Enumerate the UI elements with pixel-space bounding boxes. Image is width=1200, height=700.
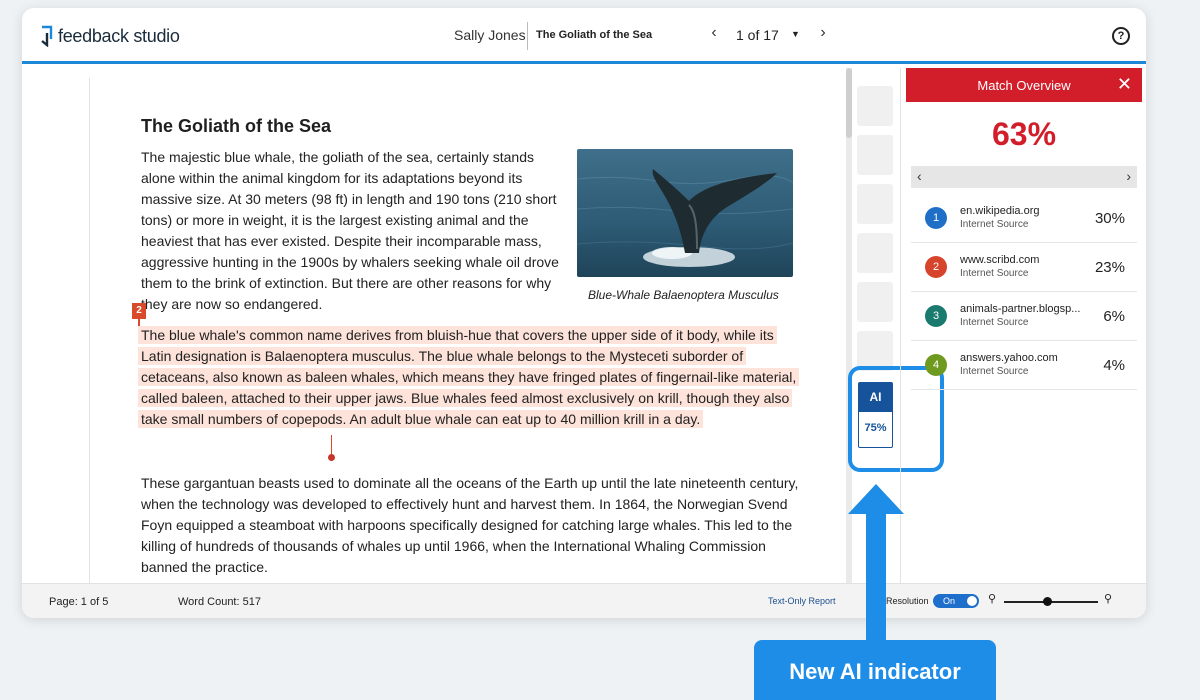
source-type: Internet Source [960,317,1029,328]
source-percentage: 4% [1103,357,1125,374]
highlighted-match-text[interactable]: The blue whale's common name derives fro… [138,326,800,428]
close-icon[interactable]: ✕ [1117,75,1132,93]
resolution-toggle-text: On [943,596,956,606]
document-title: The Goliath of the Sea [141,116,332,136]
match-source-row[interactable]: 2 www.scribd.com Internet Source 23% [911,243,1137,292]
rail-layer-button[interactable] [857,282,893,322]
scrollbar-thumb[interactable] [846,68,852,138]
source-number-badge: 3 [925,305,947,327]
match-source-row[interactable]: 1 en.wikipedia.org Internet Source 30% [911,194,1137,243]
chevron-right-icon[interactable]: › [815,24,831,44]
source-name: animals-partner.blogsp... [960,303,1081,315]
source-type: Internet Source [960,219,1029,230]
ai-indicator-value: 75% [864,422,887,434]
side-toolbar-rail [857,86,895,380]
header-doc-title: The Goliath of the Sea [536,29,653,41]
match-end-line [331,435,332,455]
ai-indicator-label: AI [859,383,892,412]
paragraph-3: These gargantuan beasts used to dominate… [141,475,799,575]
match-overview-header: Match Overview ✕ [906,68,1142,102]
app-header: feedback studio Sally Jones The Goliath … [22,8,1146,64]
source-number-badge: 2 [925,256,947,278]
page-indicator: Page: 1 of 5 [49,596,109,608]
source-type: Internet Source [960,268,1029,279]
source-name: www.scribd.com [960,254,1040,266]
chevron-left-icon[interactable]: ‹ [706,24,722,44]
ai-indicator-button[interactable]: AI 75% [858,382,893,448]
source-name: en.wikipedia.org [960,205,1040,217]
rail-layer-button[interactable] [857,135,893,175]
source-number-badge: 1 [925,207,947,229]
help-icon[interactable]: ? [1112,27,1130,45]
new-ai-indicator-callout: New AI indicator [754,640,996,700]
paragraph-2-highlighted[interactable]: The blue whale's common name derives fro… [138,325,800,430]
source-type: Internet Source [960,366,1029,377]
similarity-score: 63% [991,116,1057,152]
source-name: answers.yahoo.com [960,352,1058,364]
feedback-studio-window: feedback studio Sally Jones The Goliath … [22,8,1146,618]
match-source-list: 1 en.wikipedia.org Internet Source 30% 2 www.… [911,194,1137,390]
chevron-right-icon[interactable]: › [1126,168,1131,184]
rail-layer-button[interactable] [857,331,893,371]
source-nav-bar: ‹ › [911,166,1137,188]
paragraph-1: The majestic blue whale, the goliath of … [141,149,559,312]
rail-layer-button[interactable] [857,233,893,273]
chevron-left-icon[interactable]: ‹ [917,168,922,184]
match-end-handle[interactable] [328,454,335,461]
status-footer: Page: 1 of 5 Word Count: 517 Text-Only R… [22,583,1146,618]
source-number-badge: 4 [925,354,947,376]
author-name: Sally Jones [454,27,526,43]
caret-down-icon[interactable]: ▼ [791,29,800,39]
word-count: Word Count: 517 [178,596,261,608]
image-caption: Blue-Whale Balaenoptera Musculus [588,288,779,302]
app-logo[interactable]: feedback studio [39,25,180,47]
header-divider [527,22,528,50]
arrow-up-icon [848,484,904,644]
document-margin-rule [89,78,90,583]
match-source-row[interactable]: 3 animals-partner.blogsp... Internet Sourc… [911,292,1137,341]
text-only-report-link[interactable]: Text-Only Report [768,596,836,606]
source-percentage: 30% [1094,210,1125,227]
match-overview-title: Match Overview [977,78,1071,93]
source-percentage: 6% [1103,308,1125,325]
whale-tail-image [577,149,793,277]
logo-icon [41,25,53,47]
zoom-in-icon[interactable]: ⚲ [1104,592,1112,605]
source-percentage: 23% [1094,259,1125,276]
match-marker-2[interactable]: 2 [132,303,146,319]
match-source-row[interactable]: 4 answers.yahoo.com Internet Source 4% [911,341,1137,390]
rail-layer-button[interactable] [857,184,893,224]
pager-select[interactable]: 1 of 17 [736,27,779,43]
zoom-out-icon[interactable]: ⚲ [988,592,996,605]
logo-text: feedback studio [58,25,180,46]
rail-layer-button[interactable] [857,86,893,126]
toggle-knob [967,596,977,606]
resolution-toggle[interactable]: On [933,594,979,608]
zoom-slider-handle[interactable] [1043,597,1052,606]
